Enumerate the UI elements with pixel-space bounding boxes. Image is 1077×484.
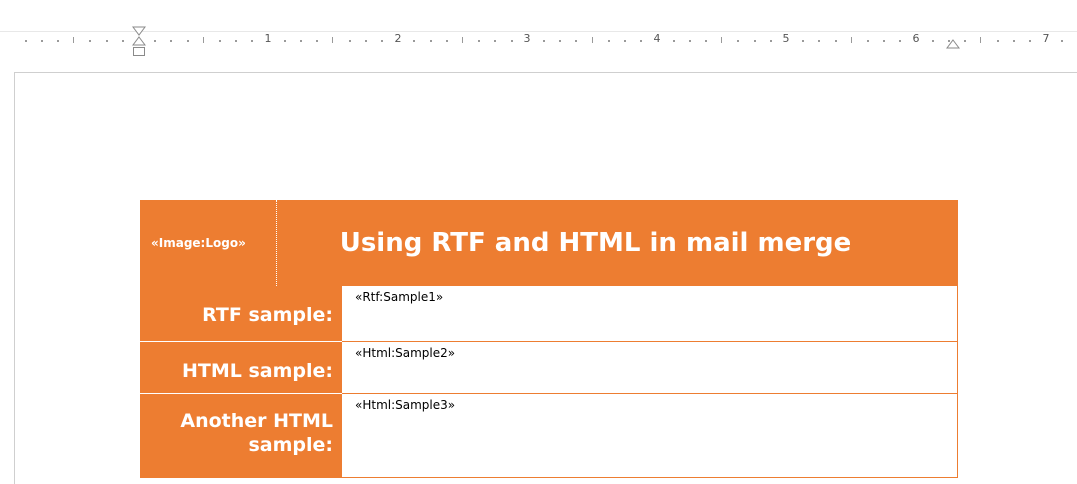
ruler-eighth-dot xyxy=(575,40,577,42)
ruler-eighth-dot xyxy=(446,40,448,42)
html-sample-merge-field[interactable]: «Html:Sample2» xyxy=(342,342,958,394)
ruler-eighth-dot xyxy=(883,40,885,42)
ruler-eighth-dot xyxy=(284,40,286,42)
ruler-eighth-dot xyxy=(689,40,691,42)
ruler-eighth-dot xyxy=(1013,40,1015,42)
ruler-eighth-dot xyxy=(478,40,480,42)
row-label[interactable]: Another HTML sample: xyxy=(140,394,342,478)
mail-merge-table[interactable]: «Image:Logo» Using RTF and HTML in mail … xyxy=(140,200,958,478)
ruler-eighth-dot xyxy=(997,40,999,42)
ruler-half-inch-tick xyxy=(721,37,722,43)
horizontal-ruler[interactable]: 1 2 3 4 5 6 7 xyxy=(0,12,1077,56)
ruler-eighth-dot xyxy=(559,40,561,42)
ruler-eighth-dot xyxy=(818,40,820,42)
ruler-eighth-dot xyxy=(235,40,237,42)
table-title[interactable]: Using RTF and HTML in mail merge xyxy=(277,200,958,286)
row-label[interactable]: HTML sample: xyxy=(140,342,342,394)
ruler-half-inch-tick xyxy=(592,37,593,43)
ruler-eighth-dot xyxy=(251,40,253,42)
ruler-half-inch-tick xyxy=(980,37,981,43)
ruler-half-inch-tick xyxy=(203,37,204,43)
ruler-eighth-dot xyxy=(170,40,172,42)
ruler-number: 3 xyxy=(523,32,531,45)
ruler-number: 5 xyxy=(782,32,790,45)
ruler-eighth-dot xyxy=(430,40,432,42)
ruler-half-inch-tick xyxy=(73,37,74,43)
logo-merge-field[interactable]: «Image:Logo» xyxy=(140,200,277,286)
ruler-eighth-dot xyxy=(413,40,415,42)
ruler-eighth-dot xyxy=(41,40,43,42)
table-row: HTML sample: «Html:Sample2» xyxy=(140,342,958,394)
ruler-eighth-dot xyxy=(494,40,496,42)
row-label[interactable]: RTF sample: xyxy=(140,286,342,342)
right-indent-marker-icon[interactable] xyxy=(946,39,960,50)
ruler-eighth-dot xyxy=(122,40,124,42)
ruler-eighth-dot xyxy=(1029,40,1031,42)
ruler-eighth-dot xyxy=(673,40,675,42)
ruler-number: 6 xyxy=(912,32,920,45)
ruler-eighth-dot xyxy=(219,40,221,42)
ruler-eighth-dot xyxy=(802,40,804,42)
ruler-eighth-dot xyxy=(932,40,934,42)
table-row: Another HTML sample: «Html:Sample3» xyxy=(140,394,958,478)
another-html-sample-merge-field[interactable]: «Html:Sample3» xyxy=(342,394,958,478)
ruler-half-inch-tick xyxy=(332,37,333,43)
table-header-row: «Image:Logo» Using RTF and HTML in mail … xyxy=(140,200,958,286)
ruler-eighth-dot xyxy=(300,40,302,42)
ruler-eighth-dot xyxy=(770,40,772,42)
ruler-number: 1 xyxy=(264,32,272,45)
ruler-half-inch-tick xyxy=(462,37,463,43)
ruler-eighth-dot xyxy=(365,40,367,42)
ruler-eighth-dot xyxy=(543,40,545,42)
ruler-number: 2 xyxy=(394,32,402,45)
ruler-eighth-dot xyxy=(187,40,189,42)
ruler-eighth-dot xyxy=(705,40,707,42)
ruler-eighth-dot xyxy=(316,40,318,42)
rtf-sample-merge-field[interactable]: «Rtf:Sample1» xyxy=(342,286,958,342)
ruler-eighth-dot xyxy=(737,40,739,42)
ruler-eighth-dot xyxy=(608,40,610,42)
ruler-number: 7 xyxy=(1042,32,1050,45)
ruler-eighth-dot xyxy=(25,40,27,42)
table-row: RTF sample: «Rtf:Sample1» xyxy=(140,286,958,342)
ruler-eighth-dot xyxy=(835,40,837,42)
ruler-eighth-dot xyxy=(624,40,626,42)
ruler-half-inch-tick xyxy=(851,37,852,43)
ruler-eighth-dot xyxy=(349,40,351,42)
ruler-eighth-dot xyxy=(154,40,156,42)
ruler-eighth-dot xyxy=(511,40,513,42)
left-indent-marker-icon[interactable] xyxy=(132,26,146,62)
ruler-eighth-dot xyxy=(1061,40,1063,42)
ruler-eighth-dot xyxy=(964,40,966,42)
ruler-eighth-dot xyxy=(57,40,59,42)
ruler-eighth-dot xyxy=(381,40,383,42)
ruler-eighth-dot xyxy=(867,40,869,42)
ruler-eighth-dot xyxy=(754,40,756,42)
ruler-eighth-dot xyxy=(89,40,91,42)
ruler-number: 4 xyxy=(653,32,661,45)
ruler-eighth-dot xyxy=(640,40,642,42)
ruler-eighth-dot xyxy=(106,40,108,42)
ruler-eighth-dot xyxy=(899,40,901,42)
